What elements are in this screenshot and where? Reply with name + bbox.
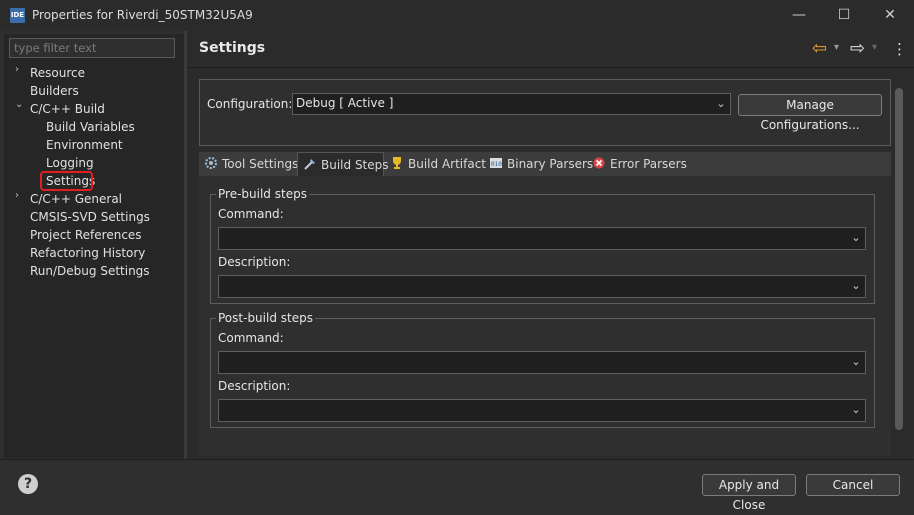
postbuild-legend: Post-build steps xyxy=(216,311,315,325)
back-dropdown-icon[interactable]: ▾ xyxy=(834,42,839,53)
tree-item-cmsis-svd-settings[interactable]: CMSIS-SVD Settings xyxy=(30,208,150,226)
help-icon[interactable]: ? xyxy=(18,474,38,494)
tree-item-environment[interactable]: Environment xyxy=(46,136,123,154)
tree-item-builders[interactable]: Builders xyxy=(30,82,79,100)
tab-binary-parsers[interactable]: 010 Binary Parsers xyxy=(489,152,593,176)
postbuild-command-label: Command: xyxy=(218,331,284,345)
chevron-down-icon[interactable]: ⌄ xyxy=(713,94,729,114)
tab-label: Error Parsers xyxy=(610,157,687,171)
vertical-scrollbar[interactable] xyxy=(895,88,903,430)
tab-build-artifact[interactable]: Build Artifact xyxy=(390,152,486,176)
tree-item-cpp-build[interactable]: C/C++ Build xyxy=(30,100,105,118)
view-menu-icon[interactable]: ⋮ xyxy=(892,40,907,58)
forward-arrow-icon[interactable]: ⇨ xyxy=(850,38,865,59)
configuration-label: Configuration: xyxy=(207,97,293,111)
binary-icon: 010 xyxy=(490,158,502,168)
trophy-icon xyxy=(393,157,401,169)
maximize-button[interactable]: ☐ xyxy=(821,0,867,31)
tab-label: Build Artifact xyxy=(408,157,486,171)
collapse-chevron-icon[interactable]: ⌄ xyxy=(15,99,23,110)
postbuild-command-combo[interactable] xyxy=(218,351,866,374)
chevron-down-icon[interactable]: ⌄ xyxy=(848,352,864,372)
header-divider xyxy=(187,67,914,68)
tab-label: Build Steps xyxy=(321,158,389,172)
chevron-down-icon[interactable]: ⌄ xyxy=(848,276,864,296)
tab-label: Tool Settings xyxy=(222,157,299,171)
tab-build-steps[interactable]: Build Steps xyxy=(297,152,389,176)
chevron-down-icon[interactable]: ⌄ xyxy=(848,228,864,248)
page-title: Settings xyxy=(199,40,266,56)
close-window-button[interactable]: ✕ xyxy=(867,0,913,31)
tree-item-project-references[interactable]: Project References xyxy=(30,226,142,244)
error-icon xyxy=(593,157,605,169)
app-icon: IDE xyxy=(10,8,25,23)
tree-item-run-debug-settings[interactable]: Run/Debug Settings xyxy=(30,262,150,280)
tool-settings-icon xyxy=(205,157,217,169)
back-arrow-icon[interactable]: ⇦ xyxy=(812,38,827,59)
minimize-button[interactable]: — xyxy=(776,0,822,31)
manage-configurations-button[interactable]: Manage Configurations... xyxy=(738,94,882,132)
tree-item-resource[interactable]: Resource xyxy=(30,64,85,82)
chevron-down-icon[interactable]: ⌄ xyxy=(848,400,864,420)
tab-label: Binary Parsers xyxy=(507,157,594,171)
prebuild-command-label: Command: xyxy=(218,207,284,221)
tab-tool-settings[interactable]: Tool Settings xyxy=(204,152,298,176)
tree-item-cpp-general[interactable]: C/C++ General xyxy=(30,190,122,208)
build-steps-icon xyxy=(304,159,315,170)
svg-text:010: 010 xyxy=(491,161,502,168)
prebuild-command-combo[interactable] xyxy=(218,227,866,250)
cancel-button[interactable]: Cancel xyxy=(806,474,900,496)
prebuild-legend: Pre-build steps xyxy=(216,187,309,201)
prebuild-description-combo[interactable] xyxy=(218,275,866,298)
configuration-combo[interactable]: Debug [ Active ] xyxy=(292,93,731,115)
tab-error-parsers[interactable]: Error Parsers xyxy=(592,152,687,176)
postbuild-description-combo[interactable] xyxy=(218,399,866,422)
window-title: Properties for Riverdi_50STM32U5A9 xyxy=(32,8,253,22)
apply-and-close-button[interactable]: Apply and Close xyxy=(702,474,796,512)
tree-item-build-variables[interactable]: Build Variables xyxy=(46,118,135,136)
expand-chevron-icon[interactable]: › xyxy=(15,64,19,75)
tree-item-refactoring-history[interactable]: Refactoring History xyxy=(30,244,145,262)
tree-item-logging[interactable]: Logging xyxy=(46,154,94,172)
forward-dropdown-icon[interactable]: ▾ xyxy=(872,42,877,53)
filter-input[interactable] xyxy=(9,38,175,58)
prebuild-description-label: Description: xyxy=(218,255,291,269)
postbuild-description-label: Description: xyxy=(218,379,291,393)
selection-highlight-outline xyxy=(40,171,93,191)
expand-chevron-icon[interactable]: › xyxy=(15,190,19,201)
